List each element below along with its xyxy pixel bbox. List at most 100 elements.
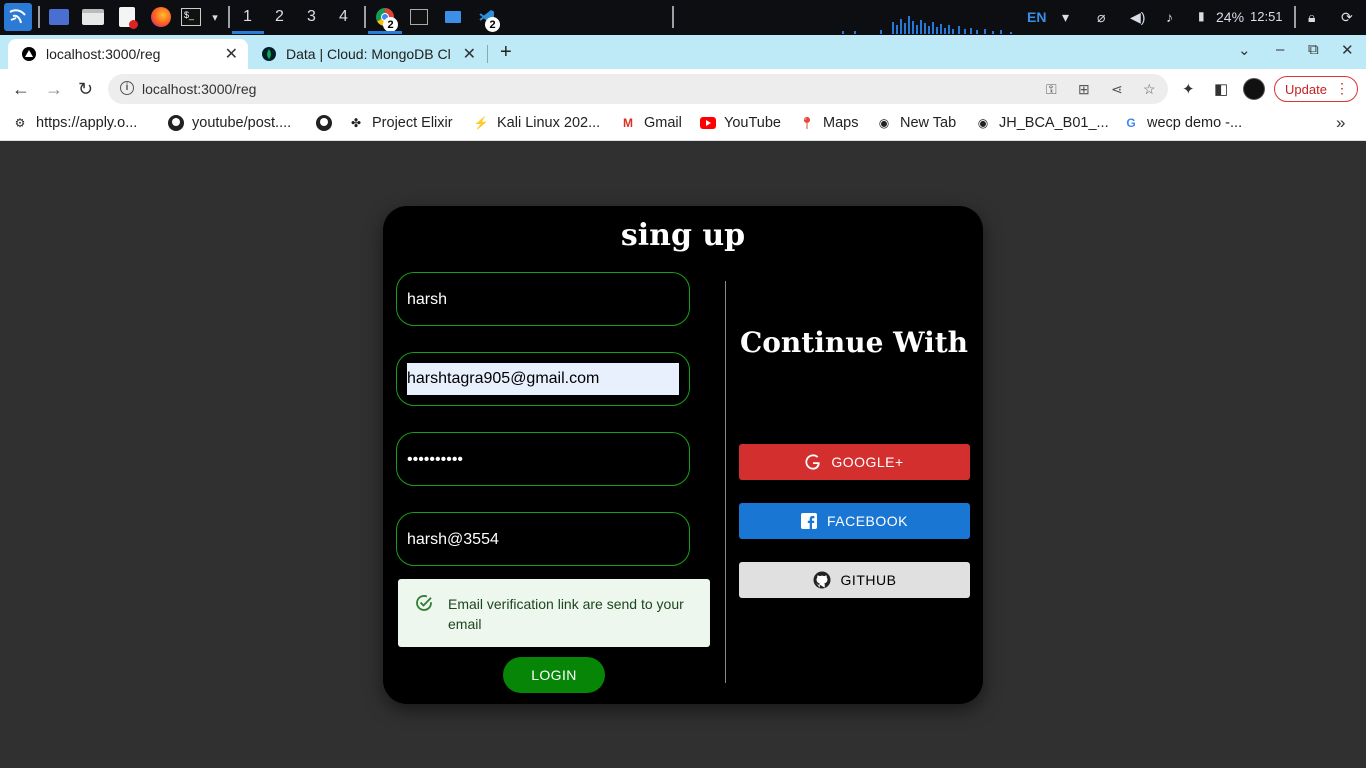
chevron-down-icon[interactable]: ▾ <box>204 7 226 27</box>
maps-icon: 📍︎ <box>799 116 815 130</box>
bookmark-item[interactable]: ◉ JH_BCA_B01_... <box>975 115 1109 131</box>
triangle-icon <box>22 47 36 61</box>
wifi-icon[interactable]: ▾ <box>1062 9 1069 26</box>
taskbar-separator <box>228 6 230 28</box>
close-tab-icon[interactable]: ✕ <box>463 44 476 64</box>
bookmark-label: New Tab <box>900 115 957 131</box>
bookmark-label: https://apply.o... <box>36 115 138 131</box>
password-input[interactable] <box>407 446 679 474</box>
mongodb-leaf-icon <box>262 47 276 61</box>
facebook-login-button[interactable]: FACEBOOK <box>739 503 970 539</box>
reload-icon[interactable]: ↻ <box>78 79 93 100</box>
github-login-button[interactable]: GITHUB <box>739 562 970 598</box>
bookmark-label: Gmail <box>644 115 682 131</box>
github-label: GITHUB <box>840 572 897 588</box>
google-label: GOOGLE+ <box>831 454 904 470</box>
url-text[interactable]: localhost:3000/reg <box>142 81 256 97</box>
signup-card: sing up Email verification link are send… <box>383 206 983 704</box>
translate-icon[interactable]: ⊞ <box>1078 81 1090 98</box>
update-label: Update <box>1285 81 1327 97</box>
taskbar-separator <box>672 6 674 28</box>
folder-task-icon[interactable] <box>442 7 464 27</box>
tab-search-icon[interactable]: ⌄ <box>1238 41 1251 59</box>
kali-icon: ⚡ <box>473 116 489 130</box>
github-icon <box>813 571 831 589</box>
firefox-icon[interactable] <box>150 7 172 27</box>
bookmark-item[interactable]: YouTube <box>700 115 781 131</box>
update-button[interactable]: Update ⋮ <box>1274 76 1358 102</box>
name-input[interactable] <box>407 286 679 314</box>
kali-menu-icon[interactable] <box>4 3 32 31</box>
bookmark-item[interactable]: ⚡ Kali Linux 202... <box>473 115 601 131</box>
vscode-window-count-badge: 2 <box>485 17 500 32</box>
active-task-indicator <box>368 31 402 34</box>
code-field[interactable] <box>396 512 690 566</box>
name-field[interactable] <box>396 272 690 326</box>
youtube-icon <box>700 115 716 131</box>
extensions-icon[interactable]: ✦ <box>1182 80 1195 98</box>
bell-icon[interactable]: ♪ <box>1166 9 1173 25</box>
bookmark-item[interactable] <box>316 115 340 131</box>
tab-separator <box>487 45 488 63</box>
power-icon[interactable]: ⟳ <box>1341 9 1353 26</box>
close-tab-icon[interactable]: ✕ <box>225 44 238 64</box>
show-desktop-icon[interactable] <box>48 7 70 27</box>
clock[interactable]: 12:51 <box>1250 9 1283 24</box>
back-icon[interactable]: ← <box>12 79 30 100</box>
keyboard-language[interactable]: EN <box>1027 9 1046 25</box>
login-button[interactable]: LOGIN <box>503 657 605 693</box>
paperclip-icon[interactable]: ⌀ <box>1097 9 1105 26</box>
share-icon[interactable]: ⋖ <box>1111 81 1123 98</box>
bookmark-item[interactable]: ◉ New Tab <box>876 115 956 131</box>
tab-mongodb[interactable]: Data | Cloud: MongoDB Cl ✕ <box>248 39 488 69</box>
minimize-icon[interactable]: – <box>1276 41 1284 58</box>
lock-icon[interactable]: 🔒︎ <box>1308 9 1315 26</box>
battery-icon[interactable]: ▮ <box>1198 9 1205 23</box>
workspace-4[interactable]: 4 <box>339 8 348 26</box>
workspace-2[interactable]: 2 <box>275 8 284 26</box>
terminal-icon[interactable]: $_ <box>180 7 202 27</box>
password-field[interactable] <box>396 432 690 486</box>
bookmark-item[interactable]: 📍︎ Maps <box>799 115 858 131</box>
tab-title: Data | Cloud: MongoDB Cl <box>286 46 451 62</box>
google-icon <box>805 454 821 470</box>
bookmark-label: wecp demo -... <box>1147 115 1243 131</box>
profile-avatar[interactable] <box>1243 78 1265 100</box>
bookmark-item[interactable]: ⚙ https://apply.o... <box>12 115 138 131</box>
check-circle-icon <box>416 595 432 611</box>
facebook-icon <box>800 513 817 529</box>
taskbar-separator <box>38 6 40 28</box>
tab-title: localhost:3000/reg <box>46 46 161 62</box>
text-editor-icon[interactable] <box>116 7 138 29</box>
site-info-icon[interactable]: i <box>120 81 134 95</box>
forward-icon[interactable]: → <box>45 79 63 100</box>
code-input[interactable] <box>407 526 679 554</box>
bookmark-item[interactable]: youtube/post.... <box>168 115 291 131</box>
terminal-task-icon[interactable] <box>408 7 430 27</box>
github-icon <box>168 115 184 131</box>
bookmark-label: Project Elixir <box>372 115 453 131</box>
email-input[interactable] <box>407 363 679 395</box>
bookmark-item[interactable]: M Gmail <box>620 115 682 131</box>
workspace-1[interactable]: 1 <box>243 8 252 26</box>
key-icon[interactable]: ⚿ <box>1046 81 1057 98</box>
globe-icon: ◉ <box>878 116 890 130</box>
bookmark-item[interactable]: ✤ Project Elixir <box>348 115 453 131</box>
more-menu-icon[interactable]: ⋮ <box>1335 80 1349 97</box>
google-login-button[interactable]: GOOGLE+ <box>739 444 970 480</box>
workspace-3[interactable]: 3 <box>307 8 316 26</box>
chrome-window-count-badge: 2 <box>383 17 398 32</box>
file-manager-icon[interactable] <box>82 7 104 27</box>
close-window-icon[interactable]: ✕ <box>1341 41 1354 59</box>
address-bar[interactable]: i localhost:3000/reg ⚿ ⊞ ⋖ ☆ <box>108 74 1168 104</box>
more-bookmarks-icon[interactable]: » <box>1336 113 1345 133</box>
side-panel-icon[interactable]: ◧ <box>1214 80 1228 98</box>
github-icon <box>316 115 332 131</box>
restore-icon[interactable]: ⧉ <box>1308 41 1319 58</box>
new-tab-button[interactable]: + <box>500 41 512 64</box>
email-field[interactable] <box>396 352 690 406</box>
bookmark-star-icon[interactable]: ☆ <box>1143 81 1156 98</box>
tab-localhost-reg[interactable]: localhost:3000/reg ✕ <box>8 39 248 69</box>
bookmark-item[interactable]: Gwecp demo -... <box>1123 115 1242 131</box>
volume-icon[interactable]: ◀) <box>1130 9 1145 26</box>
